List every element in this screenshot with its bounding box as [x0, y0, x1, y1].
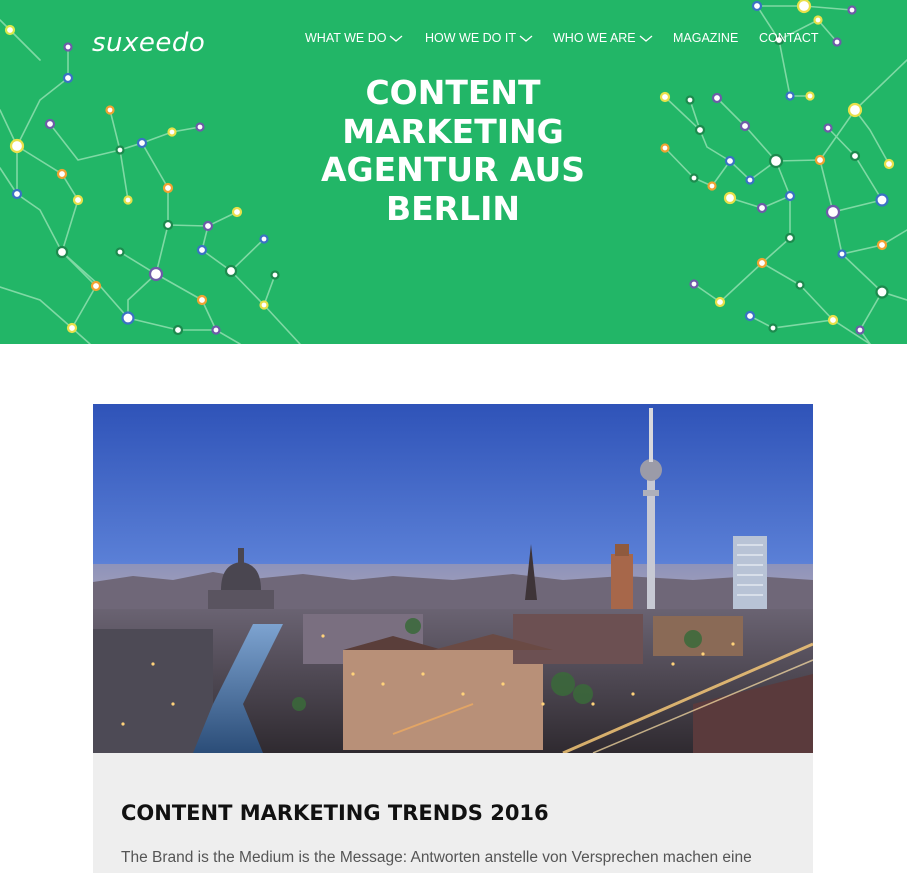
- post-excerpt: The Brand is the Medium is the Message: …: [121, 849, 752, 866]
- nav-item-label: WHAT WE DO: [305, 31, 387, 45]
- suxeedo-logo[interactable]: suxeedo: [92, 28, 205, 58]
- nav-item-what-we-do[interactable]: WHAT WE DO: [305, 31, 403, 45]
- nav-item-magazine[interactable]: MAGAZINE: [673, 31, 738, 45]
- hero-title: CONTENT MARKETING AGENTUR AUS BERLIN: [253, 73, 653, 228]
- chevron-down-icon: [639, 35, 653, 42]
- post-title[interactable]: CONTENT MARKETING TRENDS 2016: [121, 801, 549, 825]
- post-image[interactable]: [93, 404, 813, 753]
- hero-title-line: BERLIN: [385, 188, 521, 228]
- nav-item-label: MAGAZINE: [673, 31, 739, 45]
- post-card: CONTENT MARKETING TRENDS 2016 The Brand …: [93, 753, 813, 873]
- nav-item-label: CONTACT: [759, 31, 819, 45]
- chevron-down-icon: [519, 35, 533, 42]
- page: suxeedo WHAT WE DO HOW WE DO IT WHO WE A…: [0, 0, 907, 873]
- nav-item-who-we-are[interactable]: WHO WE ARE: [553, 31, 653, 45]
- hero-title-line: MARKETING: [342, 111, 564, 151]
- nav-item-how-we-do-it[interactable]: HOW WE DO IT: [425, 31, 533, 45]
- hero-title-line: CONTENT: [365, 73, 541, 112]
- hero-title-line: AGENTUR AUS: [320, 150, 586, 189]
- hero-header: suxeedo WHAT WE DO HOW WE DO IT WHO WE A…: [0, 0, 907, 344]
- nav-item-contact[interactable]: CONTACT: [759, 31, 819, 45]
- chevron-down-icon: [390, 35, 403, 42]
- nav-item-label: WHO WE ARE: [553, 31, 636, 45]
- nav-item-label: HOW WE DO IT: [425, 31, 516, 45]
